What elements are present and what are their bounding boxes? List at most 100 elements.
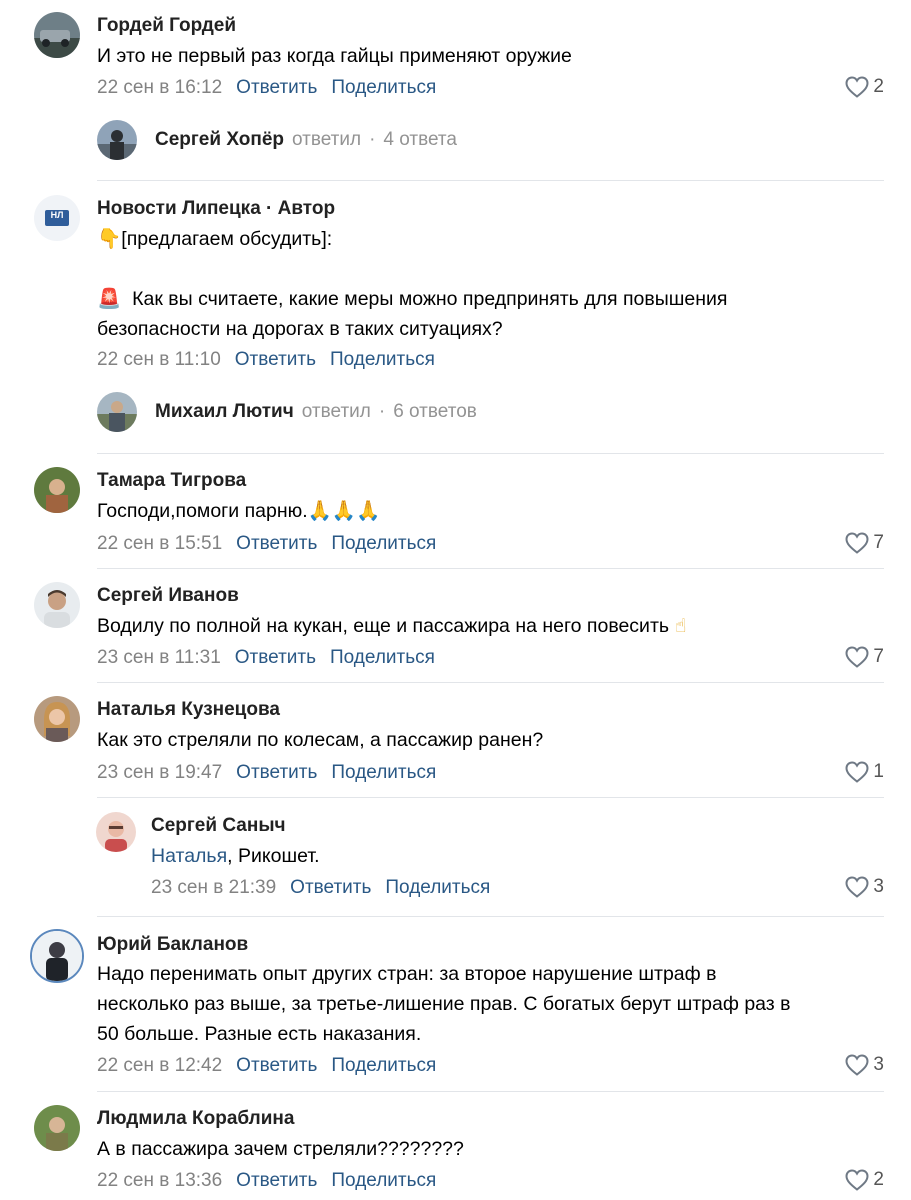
reply-button[interactable]: Ответить — [236, 533, 317, 554]
avatar[interactable] — [30, 929, 84, 983]
comment-author[interactable]: Наталья Кузнецова — [97, 699, 280, 721]
replies-thread-link[interactable]: Сергей Хопёр ответил · 4 ответа — [97, 120, 457, 160]
reply-author: Михаил Лютич — [155, 401, 294, 422]
avatar[interactable]: НЛ — [34, 195, 80, 241]
share-button[interactable]: Поделиться — [331, 762, 436, 783]
comment-meta: 22 сен в 15:51 Ответить Поделиться — [97, 533, 436, 555]
comment-text: Водилу по полной на кукан, еще и пассажи… — [97, 614, 687, 637]
comment-text-line: 👇[предлагаем обсудить]: — [97, 227, 333, 250]
comment-text-line: 🚨 Как вы считаете, какие меры можно пред… — [97, 287, 728, 310]
comment-text-line: несколько раз выше, за третье-лишение пр… — [97, 993, 791, 1015]
comment-meta: 22 сен в 12:42 Ответить Поделиться — [97, 1055, 436, 1077]
like-button[interactable]: 3 — [845, 876, 884, 898]
praying-hands-icon: 🙏🙏🙏 — [307, 499, 381, 522]
reply-count: 6 ответов — [393, 401, 477, 422]
like-button[interactable]: 7 — [845, 532, 884, 554]
comment-meta: 23 сен в 19:47 Ответить Поделиться — [97, 762, 436, 784]
comment-time[interactable]: 22 сен в 16:12 — [97, 77, 222, 98]
comment-time[interactable]: 22 сен в 13:36 — [97, 1170, 222, 1191]
siren-icon: 🚨 — [97, 287, 122, 310]
reply-button[interactable]: Ответить — [236, 1170, 317, 1191]
comment-time[interactable]: 22 сен в 11:10 — [97, 349, 221, 370]
like-count: 7 — [873, 646, 884, 667]
share-button[interactable]: Поделиться — [331, 533, 436, 554]
pointing-up-icon: ☝ — [674, 614, 687, 637]
like-count: 7 — [873, 532, 884, 553]
comment-author[interactable]: Людмила Кораблина — [97, 1108, 294, 1130]
comment-time[interactable]: 23 сен в 19:47 — [97, 762, 222, 783]
avatar[interactable] — [34, 696, 80, 742]
comment-text: Господи,помоги парню.🙏🙏🙏 — [97, 499, 381, 522]
separator-dot: · — [378, 401, 386, 422]
comment-item: НЛ Новости Липецка · Автор 👇[предлагаем … — [0, 181, 911, 454]
like-button[interactable]: 2 — [845, 76, 884, 98]
comment-meta: 22 сен в 13:36 Ответить Поделиться — [97, 1170, 436, 1192]
comment-time[interactable]: 22 сен в 15:51 — [97, 533, 222, 554]
reply-button[interactable]: Ответить — [236, 762, 317, 783]
heart-icon — [845, 761, 869, 783]
reply-mention-link[interactable]: Наталья — [151, 845, 227, 867]
share-button[interactable]: Поделиться — [331, 1055, 436, 1076]
comment-text: Наталья, Рикошет. — [151, 845, 320, 867]
reply-author: Сергей Хопёр — [155, 129, 285, 150]
heart-icon — [845, 876, 869, 898]
comment-item: Гордей Гордей И это не первый раз когда … — [0, 0, 911, 181]
avatar[interactable] — [34, 582, 80, 628]
share-button[interactable]: Поделиться — [330, 647, 435, 668]
reply-button[interactable]: Ответить — [235, 349, 316, 370]
comment-meta: 22 сен в 11:10 Ответить Поделиться — [97, 349, 435, 371]
like-button[interactable]: 1 — [845, 761, 884, 783]
heart-icon — [845, 532, 869, 554]
comment-text-line: Надо перенимать опыт других стран: за вт… — [97, 963, 717, 985]
comment-author[interactable]: Гордей Гордей — [97, 15, 236, 37]
share-button[interactable]: Поделиться — [331, 1170, 436, 1191]
comment-author[interactable]: Сергей Саныч — [151, 815, 286, 837]
comment-text-line: 50 больше. Разные есть наказания. — [97, 1023, 422, 1045]
comment-item: Тамара Тигрова Господи,помоги парню.🙏🙏🙏 … — [0, 454, 911, 569]
avatar[interactable] — [34, 467, 80, 513]
comment-meta: 23 сен в 21:39 Ответить Поделиться — [151, 877, 490, 899]
avatar[interactable] — [34, 12, 80, 58]
avatar-initials: НЛ — [50, 210, 64, 220]
like-count: 2 — [873, 1169, 884, 1190]
heart-icon — [845, 1169, 869, 1191]
comment-text: А в пассажира зачем стреляли???????? — [97, 1138, 464, 1160]
like-count: 2 — [873, 76, 884, 97]
pointing-down-icon: 👇 — [97, 227, 122, 250]
share-button[interactable]: Поделиться — [385, 877, 490, 898]
share-button[interactable]: Поделиться — [330, 349, 435, 370]
comment-text: Как это стреляли по колесам, а пассажир … — [97, 729, 544, 751]
comment-time[interactable]: 22 сен в 12:42 — [97, 1055, 222, 1076]
avatar — [97, 120, 137, 160]
comment-text-line: безопасности на дорогах в таких ситуация… — [97, 318, 503, 340]
avatar — [97, 392, 137, 432]
comment-meta: 22 сен в 16:12 Ответить Поделиться — [97, 77, 436, 99]
comment-author[interactable]: Сергей Иванов — [97, 585, 239, 607]
comment-text: И это не первый раз когда гайцы применяю… — [97, 45, 572, 67]
comment-item: Юрий Бакланов Надо перенимать опыт други… — [0, 917, 911, 1092]
heart-icon — [845, 646, 869, 668]
like-button[interactable]: 3 — [845, 1054, 884, 1076]
avatar[interactable] — [34, 1105, 80, 1151]
separator-dot: · — [369, 129, 376, 150]
comment-item: Сергей Иванов Водилу по полной на кукан,… — [0, 569, 911, 683]
like-count: 3 — [873, 1054, 884, 1075]
comment-author[interactable]: Тамара Тигрова — [97, 470, 246, 492]
like-button[interactable]: 2 — [845, 1169, 884, 1191]
replies-thread-link[interactable]: Михаил Лютич ответил · 6 ответов — [97, 392, 477, 432]
avatar[interactable] — [96, 812, 136, 852]
like-button[interactable]: 7 — [845, 646, 884, 668]
reply-verb: ответил — [292, 129, 362, 150]
comment-time[interactable]: 23 сен в 11:31 — [97, 647, 221, 668]
comment-author[interactable]: Новости Липецка · Автор — [97, 198, 335, 220]
reply-button[interactable]: Ответить — [236, 1055, 317, 1076]
reply-button[interactable]: Ответить — [290, 877, 371, 898]
reply-verb: ответил — [301, 401, 371, 422]
reply-count: 4 ответа — [383, 129, 457, 150]
reply-button[interactable]: Ответить — [236, 77, 317, 98]
reply-button[interactable]: Ответить — [235, 647, 316, 668]
reply-item: Сергей Саныч Наталья, Рикошет. 23 сен в … — [0, 798, 911, 917]
comment-author[interactable]: Юрий Бакланов — [97, 934, 248, 956]
share-button[interactable]: Поделиться — [331, 77, 436, 98]
comment-time[interactable]: 23 сен в 21:39 — [151, 877, 276, 898]
